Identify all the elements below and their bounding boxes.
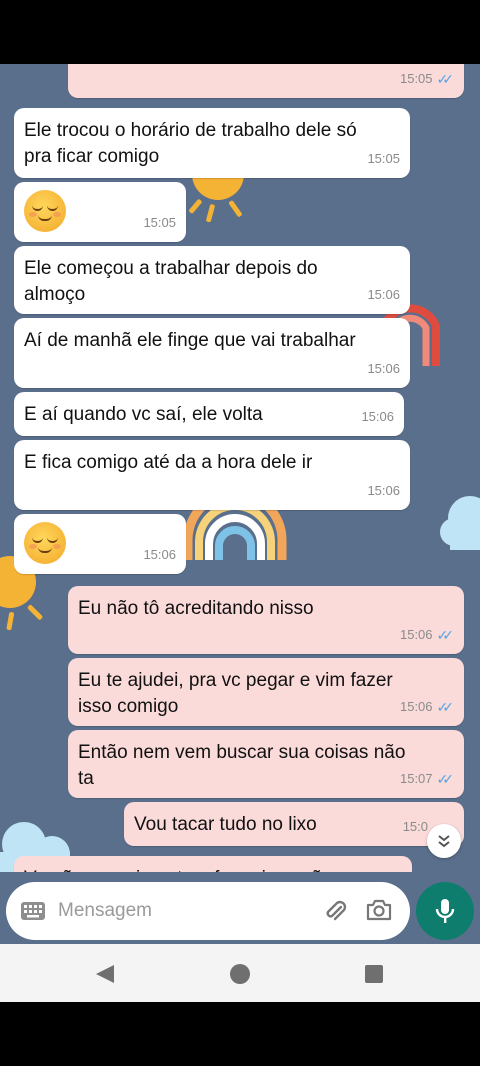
message-time: 15:05 xyxy=(367,151,400,166)
message-time: 15:06 xyxy=(399,627,433,642)
message-bubble-incoming[interactable]: 15:06 xyxy=(14,514,186,574)
bottom-bezel xyxy=(0,1002,480,1066)
message-text: E fica comigo até da a hora dele ir xyxy=(24,452,313,473)
message-time: 15:0 xyxy=(402,819,428,834)
status-bar xyxy=(0,0,480,64)
back-triangle-icon[interactable] xyxy=(94,964,116,984)
read-ticks-icon: ✓✓ xyxy=(436,771,455,787)
recents-square-icon[interactable] xyxy=(365,965,383,983)
message-bubble-outgoing[interactable]: Eu te ajudei, pra vc pegar e vim fazer i… xyxy=(68,658,464,726)
message-time: 15:06 xyxy=(143,547,176,562)
message-bubble-outgoing[interactable]: Eu não tô acreditando nisso 15:06 ✓✓ xyxy=(68,586,464,654)
message-bubble-incoming[interactable]: E aí quando vc saí, ele volta 15:06 xyxy=(14,392,404,436)
message-time: 15:06 xyxy=(367,287,400,302)
message-bubble-incoming[interactable]: 15:05 xyxy=(14,182,186,242)
read-ticks-icon: ✓✓ xyxy=(436,627,455,643)
microphone-button[interactable] xyxy=(416,882,474,940)
relieved-face-icon xyxy=(24,190,66,232)
message-bubble-outgoing[interactable]: Então nem vem buscar sua coisas não ta 1… xyxy=(68,730,464,798)
message-text: Eu te ajudei, pra vc pegar e vim fazer i… xyxy=(78,670,393,717)
message-bubble-incoming[interactable]: Ele trocou o horário de trabalho dele só… xyxy=(14,108,410,178)
message-bubble-incoming[interactable]: E fica comigo até da a hora dele ir 15:0… xyxy=(14,440,410,510)
message-bubble-outgoing[interactable]: 15:05 ✓✓ xyxy=(68,64,464,98)
message-bubble-incoming[interactable]: Ele começou a trabalhar depois do almoço… xyxy=(14,246,410,314)
message-text: Então nem vem buscar sua coisas não ta xyxy=(78,742,406,789)
message-text: Ele trocou o horário de trabalho dele só… xyxy=(24,120,357,167)
android-navigation-bar xyxy=(0,944,480,1002)
message-input[interactable]: Mensagem xyxy=(58,882,152,940)
message-bubble-outgoing[interactable]: Vou tacar tudo no lixo 15:0 xyxy=(124,802,464,846)
chat-area[interactable]: 15:05 ✓✓ Ele trocou o horário de trabalho… xyxy=(0,64,480,944)
message-time: 15:06 xyxy=(367,361,400,376)
chevron-double-down-icon xyxy=(438,835,450,848)
camera-icon[interactable] xyxy=(366,898,392,922)
paperclip-icon[interactable] xyxy=(322,898,348,924)
read-ticks-icon: ✓✓ xyxy=(436,699,455,715)
microphone-icon xyxy=(435,899,455,923)
message-composer[interactable]: Mensagem xyxy=(6,882,410,940)
keyboard-icon[interactable] xyxy=(20,901,46,921)
message-text: E aí quando vc saí, ele volta xyxy=(24,404,263,425)
message-time: 15:05 xyxy=(143,215,176,230)
home-circle-icon[interactable] xyxy=(229,963,251,985)
message-time: 15:06 xyxy=(361,409,394,424)
relieved-face-icon xyxy=(24,522,66,564)
scroll-to-bottom-button[interactable] xyxy=(427,824,461,858)
message-time: 15:06 xyxy=(367,483,400,498)
message-bubble-incoming[interactable]: Aí de manhã ele finge que vai trabalhar … xyxy=(14,318,410,388)
message-time: 15:05 xyxy=(399,71,433,86)
read-ticks-icon: ✓✓ xyxy=(436,71,455,87)
message-time: 15:06 xyxy=(399,699,433,714)
cloud-decoration xyxy=(440,496,480,550)
message-time: 15:07 xyxy=(399,771,433,786)
message-text: Eu não tô acreditando nisso xyxy=(78,598,314,619)
rainbow-decoration xyxy=(183,504,287,560)
message-text: Ele começou a trabalhar depois do almoço xyxy=(24,258,318,305)
message-text: Aí de manhã ele finge que vai trabalhar xyxy=(24,330,356,351)
